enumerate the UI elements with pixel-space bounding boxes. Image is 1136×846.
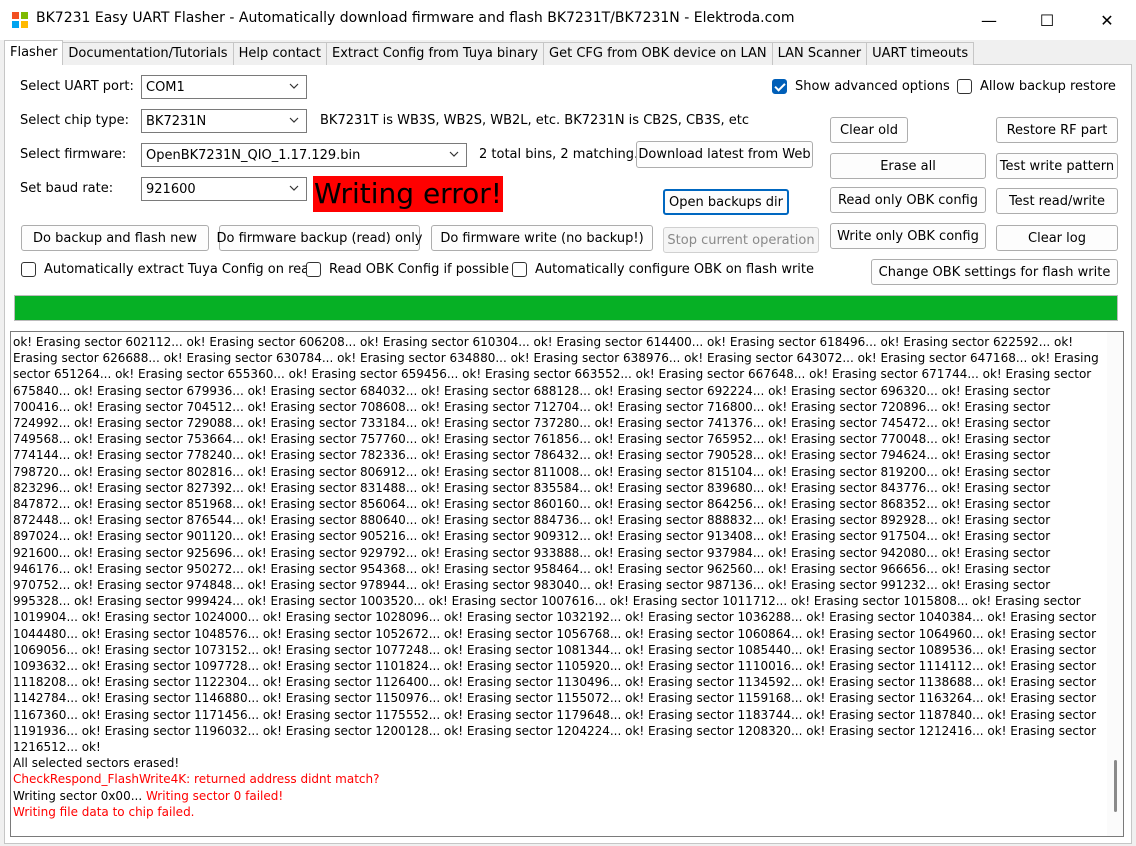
chip-info-text: BK7231T is WB3S, WB2S, WB2L, etc. BK7231… (320, 113, 750, 128)
firmware-select[interactable]: OpenBK7231N_QIO_1.17.129.bin (141, 143, 467, 167)
firmware-label: Select firmware: (20, 147, 127, 162)
auto-configure-obk-label: Automatically configure OBK on flash wri… (535, 262, 815, 277)
firmware-info-text: 2 total bins, 2 matching. (479, 147, 639, 162)
write-obk-config-button[interactable]: Write only OBK config (830, 223, 986, 249)
baud-rate-select[interactable]: 921600 (141, 177, 307, 201)
download-latest-button[interactable]: Download latest from Web (636, 141, 813, 168)
minimize-icon: — (981, 10, 997, 30)
tab-documentation[interactable]: Documentation/Tutorials (62, 42, 234, 65)
backup-and-flash-button[interactable]: Do backup and flash new (21, 225, 209, 251)
chip-type-select[interactable]: BK7231N (141, 109, 307, 133)
log-all-erased: All selected sectors erased! (13, 756, 180, 771)
erase-all-button[interactable]: Erase all (830, 153, 986, 179)
baud-rate-label: Set baud rate: (20, 181, 114, 196)
log-scroll-thumb[interactable] (1114, 760, 1117, 812)
chevron-down-icon (289, 83, 299, 89)
test-write-pattern-button[interactable]: Test write pattern (996, 153, 1118, 179)
firmware-write-button[interactable]: Do firmware write (no backup!) (431, 225, 653, 251)
tab-extract-config[interactable]: Extract Config from Tuya binary (326, 42, 545, 65)
clear-old-button[interactable]: Clear old (830, 117, 908, 143)
tab-uart-timeouts[interactable]: UART timeouts (866, 42, 975, 65)
read-obk-config-checkbox[interactable] (306, 262, 321, 277)
auto-extract-tuya-checkbox[interactable] (21, 262, 36, 277)
tab-flasher[interactable]: Flasher (4, 40, 64, 65)
read-obk-config-button[interactable]: Read only OBK config (830, 187, 986, 213)
log-text: ok! Erasing sector 602112... ok! Erasing… (13, 334, 1109, 820)
test-read-write-button[interactable]: Test read/write (996, 188, 1118, 214)
chip-type-value: BK7231N (146, 113, 207, 129)
uart-port-label: Select UART port: (20, 79, 134, 94)
maximize-icon: ☐ (1039, 10, 1055, 30)
uart-port-value: COM1 (146, 79, 185, 95)
show-advanced-checkbox[interactable] (772, 79, 787, 94)
log-writing-file-failed: Writing file data to chip failed. (13, 804, 195, 819)
firmware-backup-button[interactable]: Do firmware backup (read) only (216, 225, 423, 251)
tab-lan-scanner[interactable]: LAN Scanner (771, 42, 868, 65)
restore-rf-part-button[interactable]: Restore RF part (996, 117, 1118, 143)
maximize-button[interactable]: ☐ (1018, 0, 1076, 40)
progress-bar (14, 295, 1118, 321)
progress-fill (15, 296, 1117, 320)
firmware-value: OpenBK7231N_QIO_1.17.129.bin (146, 147, 361, 163)
allow-backup-restore-checkbox[interactable] (957, 79, 972, 94)
show-advanced-label: Show advanced options (795, 79, 950, 94)
tab-help-contact[interactable]: Help contact (232, 42, 328, 65)
close-icon: ✕ (1100, 10, 1114, 30)
chevron-down-icon (289, 185, 299, 191)
log-check-respond-error: CheckRespond_FlashWrite4K: returned addr… (13, 772, 380, 787)
clear-log-button[interactable]: Clear log (996, 225, 1118, 251)
open-backups-dir-button[interactable]: Open backups dir (663, 189, 789, 215)
log-writing-sector: Writing sector 0x00... (13, 788, 143, 803)
app-icon (12, 12, 28, 28)
log-scrollbar[interactable] (1107, 332, 1123, 836)
tab-get-cfg-obk[interactable]: Get CFG from OBK device on LAN (543, 42, 773, 65)
allow-backup-restore-label: Allow backup restore (980, 79, 1116, 94)
chip-type-label: Select chip type: (20, 113, 130, 128)
change-obk-settings-button[interactable]: Change OBK settings for flash write (871, 259, 1118, 285)
erase-log-block: ok! Erasing sector 602112... ok! Erasing… (13, 335, 1099, 755)
uart-port-select[interactable]: COM1 (141, 75, 307, 99)
read-obk-config-label: Read OBK Config if possible (329, 262, 509, 277)
auto-extract-tuya-label: Automatically extract Tuya Config on rea… (44, 262, 318, 277)
writing-error-banner: Writing error! (313, 176, 503, 212)
stop-operation-button[interactable]: Stop current operation (663, 227, 819, 253)
chevron-down-icon (449, 151, 459, 157)
chevron-down-icon (289, 117, 299, 123)
close-button[interactable]: ✕ (1078, 0, 1136, 40)
tab-strip: Flasher Documentation/Tutorials Help con… (4, 40, 975, 66)
minimize-button[interactable]: — (960, 0, 1018, 40)
log-output[interactable]: ok! Erasing sector 602112... ok! Erasing… (10, 331, 1124, 837)
window-title: BK7231 Easy UART Flasher - Automatically… (36, 10, 795, 26)
baud-rate-value: 921600 (146, 181, 196, 197)
auto-configure-obk-checkbox[interactable] (512, 262, 527, 277)
log-writing-sector-failed: Writing sector 0 failed! (142, 788, 284, 803)
